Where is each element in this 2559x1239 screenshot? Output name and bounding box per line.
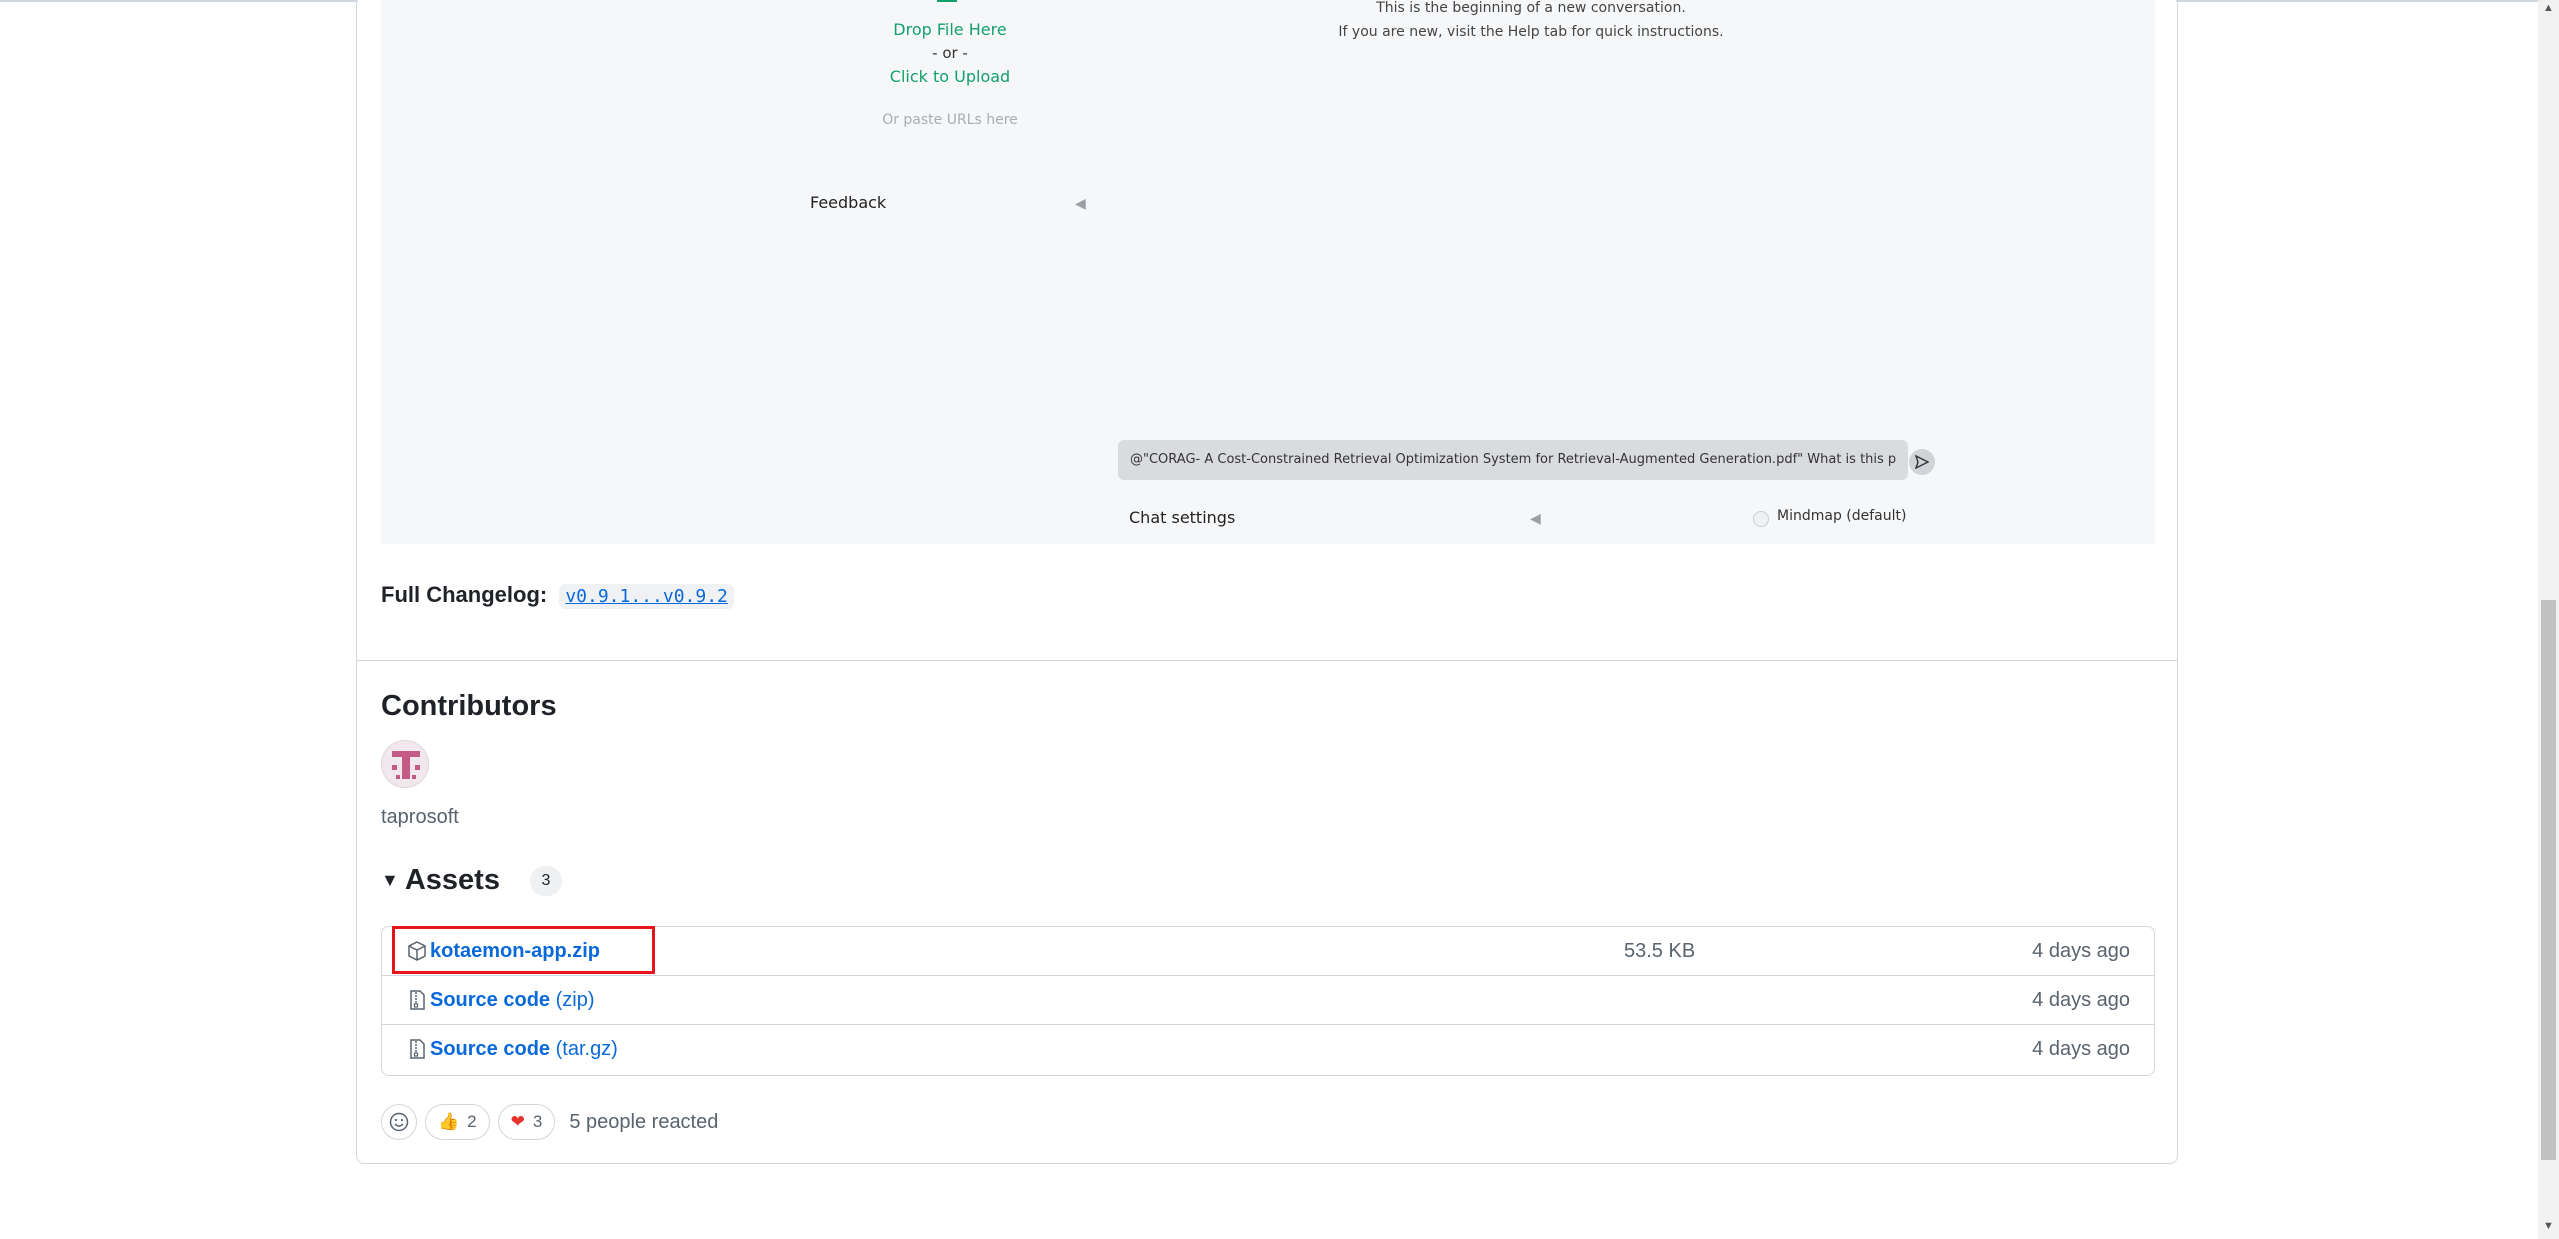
asset-link[interactable]: Source code (zip) xyxy=(430,989,595,1012)
changelog-compare-link[interactable]: v0.9.1...v0.9.2 xyxy=(559,584,734,609)
assets-toggle[interactable]: ▼ Assets 3 xyxy=(381,864,562,897)
asset-suffix: (tar.gz) xyxy=(555,1038,618,1060)
send-icon xyxy=(1909,449,1935,475)
reactions-bar: 👍 2 ❤ 3 5 people reacted xyxy=(381,1104,718,1140)
asset-date: 4 days ago xyxy=(2032,940,2130,962)
asset-link[interactable]: Source code (tar.gz) xyxy=(430,1038,618,1061)
thumbs-up-reaction[interactable]: 👍 2 xyxy=(425,1104,490,1140)
assets-count-badge: 3 xyxy=(529,865,562,896)
mindmap-label: Mindmap (default) xyxy=(1777,508,1907,524)
asset-name: Source code xyxy=(430,989,551,1011)
or-separator: - or - xyxy=(932,44,968,62)
asset-link[interactable]: kotaemon-app.zip xyxy=(430,940,600,963)
triangle-down-icon: ▼ xyxy=(381,870,399,890)
changelog-label: Full Changelog: xyxy=(381,582,548,607)
package-icon xyxy=(406,940,428,962)
add-reaction-button[interactable] xyxy=(381,1104,417,1140)
upload-underline xyxy=(937,0,957,2)
asset-date: 4 days ago xyxy=(2032,989,2130,1011)
collapse-left-icon: ◀ xyxy=(1530,510,1541,526)
asset-row: kotaemon-app.zip 53.5 KB 4 days ago xyxy=(382,927,2154,976)
scroll-down-arrow-icon[interactable]: ▼ xyxy=(2543,1220,2554,1232)
paste-urls-hint: Or paste URLs here xyxy=(882,112,1018,128)
asset-date: 4 days ago xyxy=(2032,1038,2130,1060)
asset-size: 53.5 KB xyxy=(1624,940,1696,962)
scroll-up-arrow-icon[interactable]: ▲ xyxy=(2543,2,2554,14)
heart-icon: ❤ xyxy=(510,1112,525,1131)
section-divider xyxy=(356,660,2178,661)
contributor-name[interactable]: taprosoft xyxy=(381,806,459,829)
asset-row: Source code (zip) 4 days ago xyxy=(382,976,2154,1025)
asset-row: Source code (tar.gz) 4 days ago xyxy=(382,1025,2154,1074)
asset-suffix: (zip) xyxy=(555,989,595,1011)
release-screenshot: Drop File Here - or - Click to Upload Or… xyxy=(381,0,2155,544)
assets-list: kotaemon-app.zip 53.5 KB 4 days ago Sour… xyxy=(381,926,2155,1076)
thumbs-up-icon: 👍 xyxy=(438,1112,460,1131)
scrollbar-thumb[interactable] xyxy=(2541,600,2556,1160)
heart-count: 3 xyxy=(532,1112,543,1131)
smiley-icon xyxy=(389,1112,409,1132)
assets-heading: Assets xyxy=(404,864,500,896)
reactions-summary[interactable]: 5 people reacted xyxy=(569,1111,718,1134)
click-to-upload: Click to Upload xyxy=(889,67,1011,86)
help-hint-message: If you are new, visit the Help tab for q… xyxy=(1338,24,1724,40)
asset-name: Source code xyxy=(430,1038,551,1060)
file-zip-icon xyxy=(406,1038,428,1060)
collapse-left-icon: ◀ xyxy=(1075,195,1086,211)
thumbs-up-count: 2 xyxy=(467,1112,477,1131)
chat-input: @"CORAG- A Cost-Constrained Retrieval Op… xyxy=(1118,440,1908,480)
file-zip-icon xyxy=(406,989,428,1011)
avatar[interactable] xyxy=(381,740,429,788)
conversation-start-message: This is the beginning of a new conversat… xyxy=(1376,0,1686,16)
full-changelog: Full Changelog: v0.9.1...v0.9.2 xyxy=(381,582,734,609)
contributors-heading: Contributors xyxy=(381,690,557,722)
mindmap-radio xyxy=(1753,511,1769,527)
feedback-label: Feedback xyxy=(810,193,887,212)
chat-settings-label: Chat settings xyxy=(1129,508,1236,527)
drop-file-text: Drop File Here xyxy=(893,20,1007,39)
heart-reaction[interactable]: ❤ 3 xyxy=(497,1104,556,1140)
